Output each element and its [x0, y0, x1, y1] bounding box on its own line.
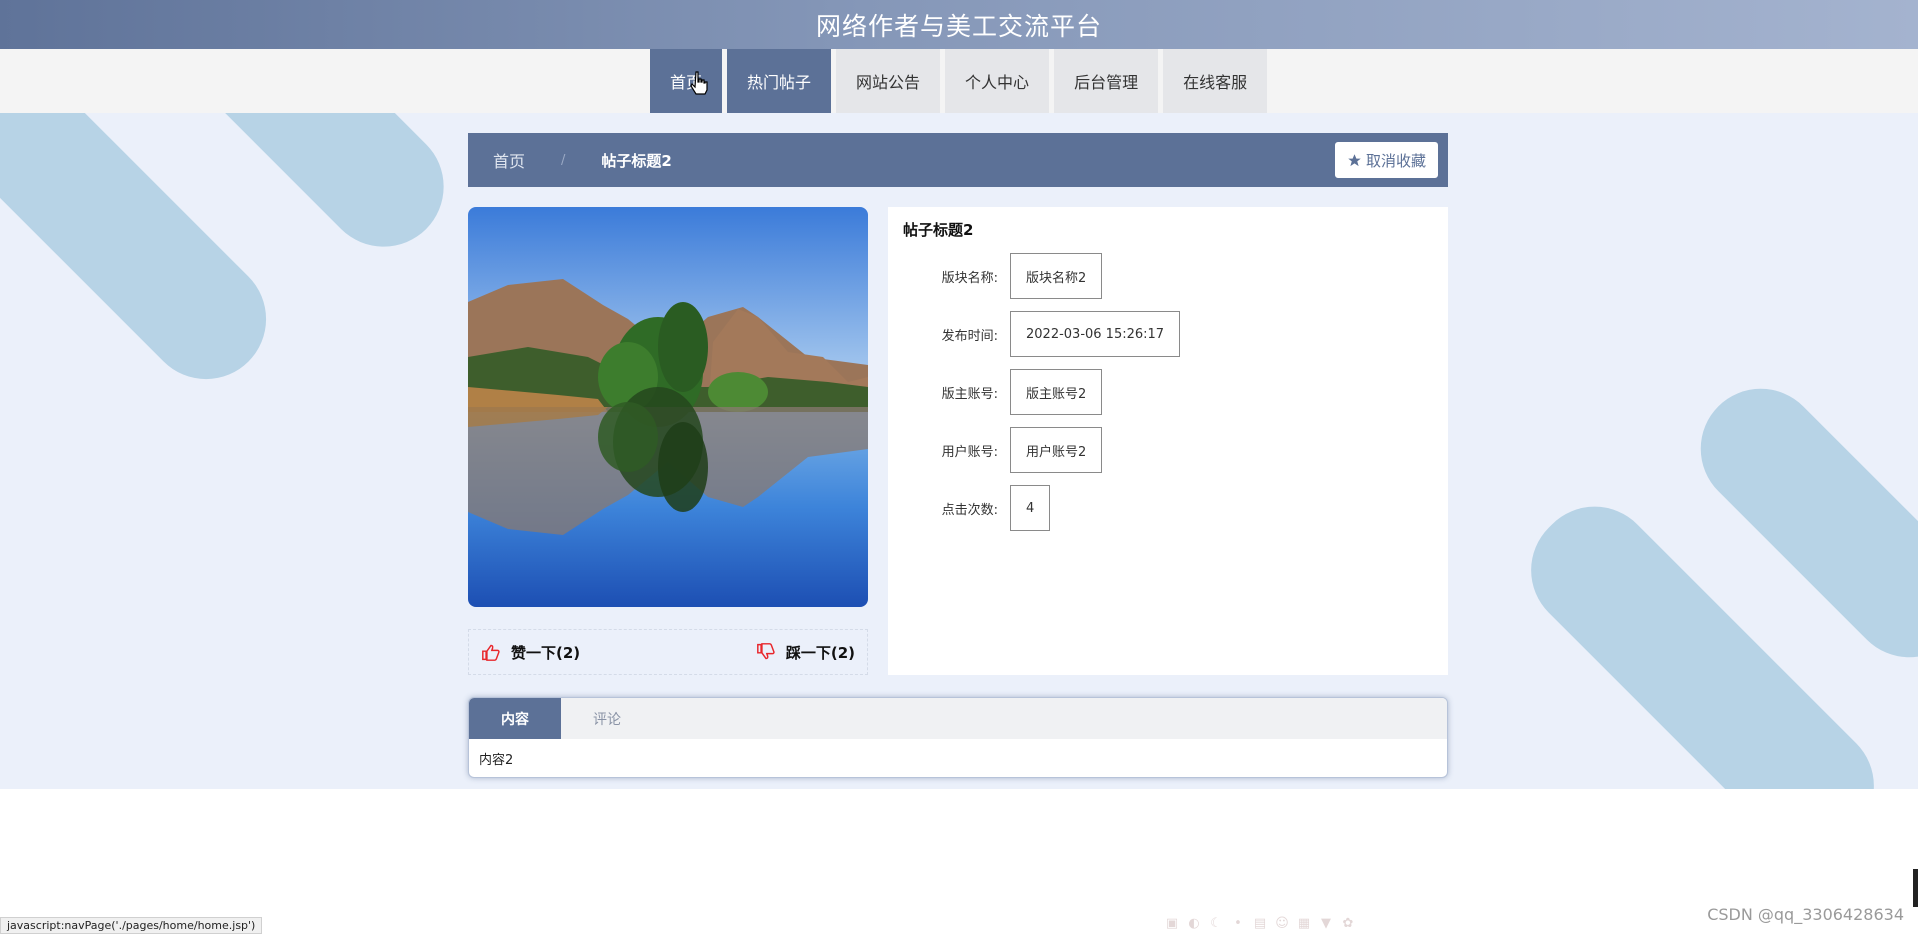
- ime-lang-icon: ◐: [1188, 915, 1200, 931]
- section-label: 版块名称:: [941, 270, 998, 286]
- post-info-panel: 帖子标题2 版块名称: 版块名称2 发布时间: 2022-03-06 15:26…: [888, 207, 1448, 675]
- nav-personal-center[interactable]: 个人中心: [945, 49, 1050, 113]
- post-title: 帖子标题2: [903, 221, 974, 239]
- user-account-value: 用户账号2: [1010, 427, 1103, 473]
- site-title: 网络作者与美工交流平台: [815, 11, 1102, 41]
- unfavorite-label: 取消收藏: [1365, 151, 1426, 170]
- breadcrumb-current: 帖子标题2: [601, 151, 672, 170]
- info-row-moderator: 版主账号: 版主账号2: [888, 369, 1103, 415]
- star-icon: [1348, 153, 1361, 166]
- ime-moon-icon: ☾: [1210, 915, 1222, 931]
- nav-home[interactable]: 首页: [650, 49, 723, 113]
- like-label: 赞一下(2): [511, 643, 581, 662]
- moderator-value: 版主账号2: [1010, 369, 1103, 415]
- ime-keyboard-icon: ▤: [1253, 915, 1267, 931]
- ime-logo-icon: ▣: [1165, 915, 1179, 931]
- content-tabs: 内容 评论 内容2: [468, 697, 1448, 778]
- nav-hot-posts[interactable]: 热门帖子: [727, 49, 832, 113]
- breadcrumb: 首页 / 帖子标题2 取消收藏: [468, 133, 1448, 187]
- thumbs-up-icon: [482, 644, 500, 661]
- ime-toolbar: ▣ ◐ ☾ • ▤ ☺ ▦ ▼ ✿: [1164, 912, 1374, 934]
- scrollbar-edge[interactable]: [1913, 869, 1918, 907]
- tab-header: 内容 评论: [469, 698, 1447, 739]
- info-row-clicks: 点击次数: 4: [888, 485, 1051, 531]
- nav-items: 首页 热门帖子 网站公告 个人中心 后台管理 在线客服: [650, 49, 1268, 113]
- dislike-button[interactable]: 踩一下(2): [756, 642, 855, 663]
- like-button[interactable]: 赞一下(2): [481, 642, 580, 663]
- main-nav: 首页 热门帖子 网站公告 个人中心 后台管理 在线客服: [0, 49, 1918, 113]
- lake-landscape-image: [468, 207, 868, 607]
- ime-shirt-icon: ▼: [1321, 915, 1331, 931]
- ime-grid-icon: ▦: [1297, 915, 1311, 931]
- nav-online-support[interactable]: 在线客服: [1163, 49, 1268, 113]
- thumbs-down-icon: [756, 643, 775, 660]
- moderator-label: 版主账号:: [941, 386, 998, 402]
- info-row-publish-time: 发布时间: 2022-03-06 15:26:17: [888, 311, 1181, 357]
- tab-body-content: 内容2: [479, 753, 514, 768]
- post-image: [468, 207, 868, 607]
- clicks-value: 4: [1010, 485, 1051, 531]
- site-header: 网络作者与美工交流平台: [0, 0, 1918, 49]
- section-value: 版块名称2: [1010, 253, 1103, 299]
- tab-content[interactable]: 内容: [469, 698, 561, 739]
- ime-punct-icon: •: [1234, 915, 1242, 931]
- info-row-user-account: 用户账号: 用户账号2: [888, 427, 1103, 473]
- breadcrumb-home[interactable]: 首页: [493, 148, 525, 172]
- unfavorite-button[interactable]: 取消收藏: [1334, 142, 1438, 178]
- ime-settings-icon: ✿: [1342, 915, 1354, 931]
- clicks-label: 点击次数:: [941, 502, 998, 518]
- vote-bar: 赞一下(2) 踩一下(2): [468, 629, 868, 675]
- breadcrumb-separator: /: [561, 152, 566, 168]
- ime-user-icon: ☺: [1275, 915, 1289, 931]
- user-account-label: 用户账号:: [941, 444, 998, 460]
- hand-cursor-icon: [690, 71, 708, 95]
- publish-time-label: 发布时间:: [941, 328, 998, 344]
- nav-announcements[interactable]: 网站公告: [836, 49, 941, 113]
- info-row-section: 版块名称: 版块名称2: [888, 253, 1103, 299]
- dislike-label: 踩一下(2): [785, 643, 855, 662]
- watermark: CSDN @qq_3306428634: [1707, 905, 1904, 924]
- tab-comments[interactable]: 评论: [561, 698, 653, 739]
- browser-status-bar: javascript:navPage('./pages/home/home.js…: [0, 917, 263, 934]
- nav-admin[interactable]: 后台管理: [1054, 49, 1159, 113]
- decor-stripe: [0, 113, 291, 404]
- publish-time-value: 2022-03-06 15:26:17: [1010, 311, 1181, 357]
